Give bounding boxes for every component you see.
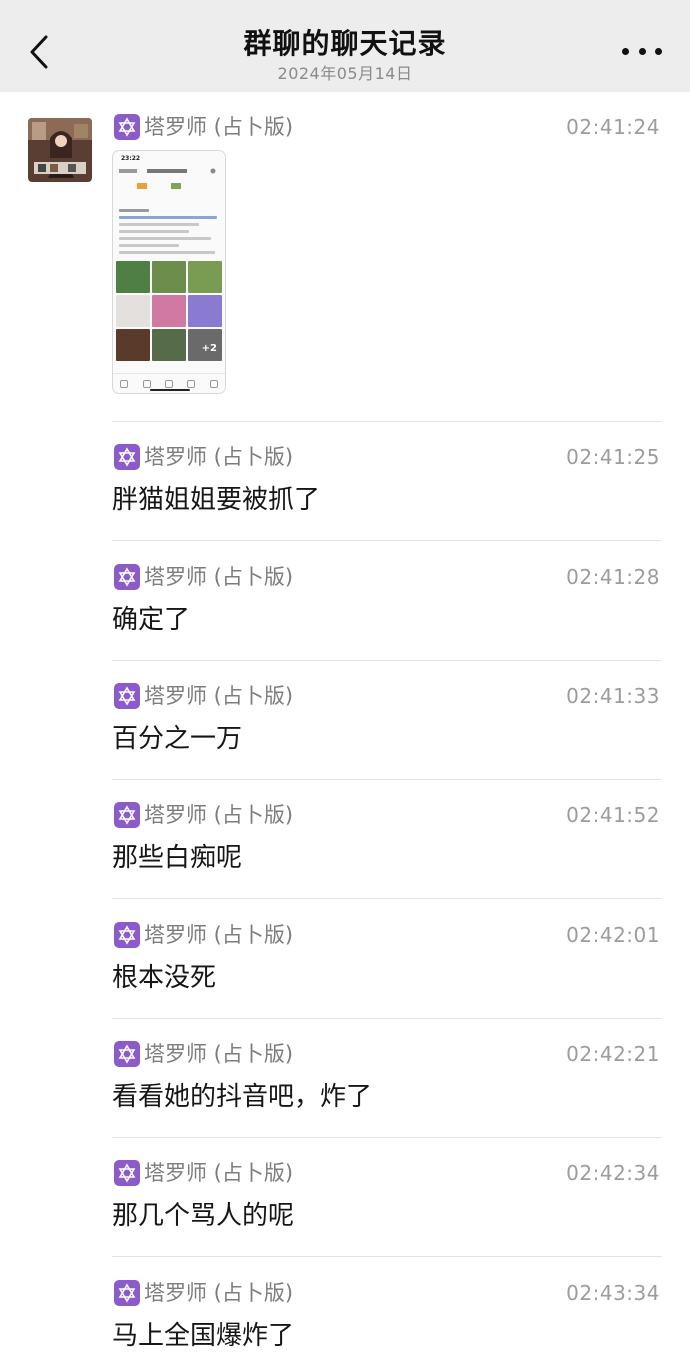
sender-name: 塔罗师 (占卜版) bbox=[144, 565, 294, 589]
message-time: 02:41:33 bbox=[566, 684, 660, 708]
message-header: 塔罗师 (占卜版) 02:41:33 bbox=[112, 681, 662, 711]
chat-message: 塔罗师 (占卜版) 02:41:25 胖猫姐姐要被抓了 bbox=[112, 442, 662, 520]
hexagram-icon bbox=[114, 1041, 140, 1067]
message-time: 02:41:24 bbox=[566, 115, 660, 139]
divider bbox=[112, 1256, 662, 1257]
chat-message: 塔罗师 (占卜版) 02:41:52 那些白痴呢 bbox=[112, 800, 662, 878]
more-button[interactable] bbox=[622, 36, 662, 66]
message-text[interactable]: 确定了 bbox=[112, 600, 662, 640]
chat-message: 塔罗师 (占卜版) 02:41:28 确定了 bbox=[112, 562, 662, 640]
divider bbox=[112, 540, 662, 541]
message-time: 02:42:01 bbox=[566, 923, 660, 947]
message-text[interactable]: 马上全国爆炸了 bbox=[112, 1316, 662, 1354]
message-text[interactable]: 那几个骂人的呢 bbox=[112, 1196, 662, 1236]
chat-message: 塔罗师 (占卜版) 02:42:21 看看她的抖音吧，炸了 bbox=[112, 1039, 662, 1117]
message-text[interactable]: 胖猫姐姐要被抓了 bbox=[112, 480, 662, 520]
more-dot bbox=[638, 47, 646, 55]
hexagram-icon bbox=[114, 1160, 140, 1186]
sender-name: 塔罗师 (占卜版) bbox=[144, 445, 294, 469]
hexagram-icon bbox=[114, 564, 140, 590]
divider bbox=[112, 898, 662, 899]
message-time: 02:41:25 bbox=[566, 445, 660, 469]
hexagram-icon bbox=[114, 444, 140, 470]
message-time: 02:43:34 bbox=[566, 1281, 660, 1305]
message-time: 02:41:52 bbox=[566, 803, 660, 827]
message-text[interactable]: 根本没死 bbox=[112, 958, 662, 998]
message-time: 02:42:34 bbox=[566, 1161, 660, 1185]
hexagram-icon bbox=[114, 1280, 140, 1306]
sender-name: 塔罗师 (占卜版) bbox=[144, 1161, 294, 1185]
chat-message: 塔罗师 (占卜版) 02:42:01 根本没死 bbox=[112, 920, 662, 998]
avatar-photo bbox=[28, 118, 92, 182]
divider bbox=[112, 1018, 662, 1019]
page-subtitle-date: 2024年05月14日 bbox=[277, 64, 413, 83]
more-dot bbox=[655, 47, 662, 55]
message-header: 塔罗师 (占卜版) 02:41:28 bbox=[112, 562, 662, 592]
sender-name: 塔罗师 (占卜版) bbox=[144, 803, 294, 827]
message-header: 塔罗师 (占卜版) 02:41:52 bbox=[112, 800, 662, 830]
divider bbox=[112, 660, 662, 661]
message-header: 塔罗师 (占卜版) 02:42:01 bbox=[112, 920, 662, 950]
chat-message: 塔罗师 (占卜版) 02:41:24 23:22 +2 bbox=[112, 112, 662, 394]
message-header: 塔罗师 (占卜版) 02:41:24 bbox=[112, 112, 662, 142]
divider bbox=[112, 1137, 662, 1138]
hexagram-icon bbox=[114, 114, 140, 140]
image-thumbnail[interactable]: 23:22 +2 bbox=[112, 150, 226, 394]
message-header: 塔罗师 (占卜版) 02:42:21 bbox=[112, 1039, 662, 1069]
message-header: 塔罗师 (占卜版) 02:43:34 bbox=[112, 1278, 662, 1308]
sender-name: 塔罗师 (占卜版) bbox=[144, 923, 294, 947]
message-header: 塔罗师 (占卜版) 02:41:25 bbox=[112, 442, 662, 472]
divider bbox=[112, 779, 662, 780]
thumb-home-indicator bbox=[150, 389, 190, 391]
message-text[interactable]: 那些白痴呢 bbox=[112, 838, 662, 878]
message-time: 02:42:21 bbox=[566, 1042, 660, 1066]
chat-message: 塔罗师 (占卜版) 02:42:34 那几个骂人的呢 bbox=[112, 1158, 662, 1236]
more-dot bbox=[622, 47, 629, 55]
thumb-text-lines bbox=[119, 209, 219, 258]
sender-name: 塔罗师 (占卜版) bbox=[144, 1281, 294, 1305]
sender-name: 塔罗师 (占卜版) bbox=[144, 115, 294, 139]
nav-bar: 群聊的聊天记录 2024年05月14日 bbox=[0, 0, 690, 92]
chat-message: 塔罗师 (占卜版) 02:43:34 马上全国爆炸了 bbox=[112, 1278, 662, 1354]
thumb-status-time: 23:22 bbox=[121, 155, 141, 162]
sender-avatar[interactable] bbox=[28, 118, 92, 182]
message-text[interactable]: 百分之一万 bbox=[112, 719, 662, 759]
page-title: 群聊的聊天记录 bbox=[243, 27, 447, 60]
hexagram-icon bbox=[114, 802, 140, 828]
hexagram-icon bbox=[114, 922, 140, 948]
message-time: 02:41:28 bbox=[566, 565, 660, 589]
thumb-more-count: +2 bbox=[201, 343, 217, 354]
message-header: 塔罗师 (占卜版) 02:42:34 bbox=[112, 1158, 662, 1188]
sender-name: 塔罗师 (占卜版) bbox=[144, 684, 294, 708]
chat-message: 塔罗师 (占卜版) 02:41:33 百分之一万 bbox=[112, 681, 662, 759]
thumb-titlebar bbox=[117, 167, 221, 189]
sender-name: 塔罗师 (占卜版) bbox=[144, 1042, 294, 1066]
divider bbox=[112, 421, 662, 422]
message-text[interactable]: 看看她的抖音吧，炸了 bbox=[112, 1077, 662, 1117]
hexagram-icon bbox=[114, 683, 140, 709]
